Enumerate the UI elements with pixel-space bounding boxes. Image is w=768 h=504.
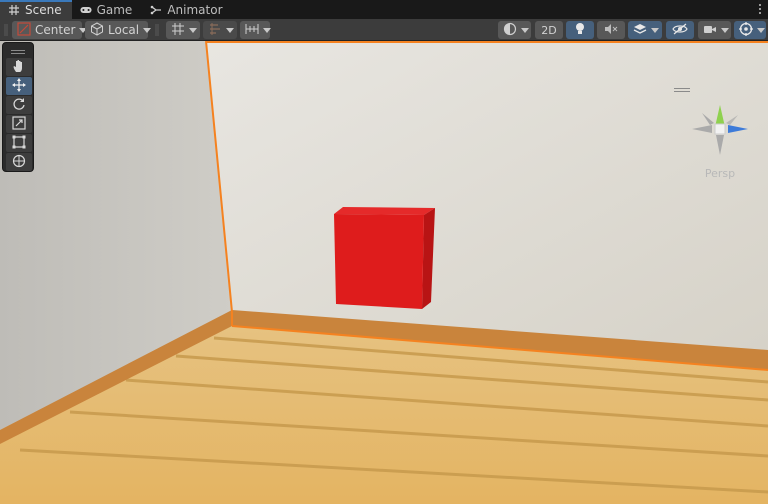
grid-snap-icon xyxy=(171,22,185,39)
chevron-down-icon xyxy=(263,27,271,33)
move-tool-button[interactable] xyxy=(6,77,32,95)
toggle-2d-button[interactable]: 2D xyxy=(535,21,563,39)
scale-tool-button[interactable] xyxy=(6,115,32,133)
rect-transform-icon xyxy=(12,135,26,152)
align-icon xyxy=(245,22,259,39)
transform-tool-button[interactable] xyxy=(6,153,32,171)
increment-snap-icon xyxy=(208,22,222,39)
chevron-down-icon xyxy=(521,27,529,33)
tab-game[interactable]: Game xyxy=(72,0,143,19)
scene-viewport[interactable]: Persp xyxy=(0,41,768,504)
tab-scene[interactable]: Scene xyxy=(0,0,72,19)
grid-snapping-button[interactable] xyxy=(166,21,200,39)
layers-effects-icon xyxy=(633,22,647,39)
grid-icon xyxy=(8,4,20,16)
tab-label: Scene xyxy=(25,2,62,17)
chevron-down-icon xyxy=(226,27,234,33)
camera-settings-dropdown[interactable] xyxy=(698,21,731,39)
animator-icon xyxy=(150,4,162,16)
light-bulb-icon xyxy=(574,22,586,39)
scale-icon xyxy=(12,115,26,133)
lighting-toggle-button[interactable] xyxy=(566,21,594,39)
rotate-icon xyxy=(12,97,26,114)
effects-dropdown[interactable] xyxy=(628,21,662,39)
pivot-rotation-label: Local xyxy=(108,23,140,37)
chevron-down-icon xyxy=(651,27,659,33)
draw-mode-dropdown[interactable] xyxy=(498,21,531,39)
scene-render xyxy=(0,41,768,504)
pivot-center-icon xyxy=(17,21,31,39)
tab-bar: Scene Game Animator xyxy=(0,0,768,19)
tab-label: Game xyxy=(96,2,133,17)
red-cube[interactable] xyxy=(334,207,435,309)
toolbar-grip-icon xyxy=(155,23,159,37)
pivot-rotation-dropdown[interactable]: Local xyxy=(85,21,152,39)
pivot-mode-dropdown[interactable]: Center xyxy=(12,21,88,39)
rotate-tool-button[interactable] xyxy=(6,96,32,114)
rect-tool-button[interactable] xyxy=(6,134,32,152)
gizmos-dropdown[interactable] xyxy=(734,21,766,39)
more-options-icon[interactable] xyxy=(756,2,764,16)
pivot-mode-label: Center xyxy=(35,23,76,37)
axis-gizmo-icon xyxy=(692,105,748,155)
hand-icon xyxy=(12,59,26,76)
transform-all-icon xyxy=(12,154,26,171)
eye-slash-icon xyxy=(672,23,688,38)
toolbar-grip-icon xyxy=(4,23,8,37)
projection-label[interactable]: Persp xyxy=(688,167,752,180)
tab-animator[interactable]: Animator xyxy=(142,0,232,19)
align-button[interactable] xyxy=(240,21,271,39)
tools-overlay xyxy=(2,42,34,172)
speaker-icon xyxy=(604,23,618,38)
chevron-down-icon xyxy=(757,27,765,33)
tab-label: Animator xyxy=(167,2,223,17)
gizmo-globe-icon xyxy=(739,21,753,39)
hidden-objects-toggle[interactable] xyxy=(666,21,694,39)
increment-snapping-button[interactable] xyxy=(203,21,237,39)
local-cube-icon xyxy=(90,21,104,39)
scene-toolbar: Center Local 2D xyxy=(0,19,768,41)
chevron-down-icon xyxy=(721,27,729,33)
gamepad-icon xyxy=(80,4,92,16)
chevron-down-icon xyxy=(189,27,197,33)
view-tool-button[interactable] xyxy=(6,58,32,76)
tools-panel-grip[interactable] xyxy=(6,46,30,57)
toggle-2d-label: 2D xyxy=(541,23,557,37)
camera-icon xyxy=(703,23,717,38)
move-arrows-icon xyxy=(12,77,26,95)
shaded-sphere-icon xyxy=(503,22,517,39)
chevron-down-icon xyxy=(143,27,152,33)
audio-toggle-button[interactable] xyxy=(597,21,625,39)
orientation-gizmo[interactable]: Persp xyxy=(688,93,752,183)
